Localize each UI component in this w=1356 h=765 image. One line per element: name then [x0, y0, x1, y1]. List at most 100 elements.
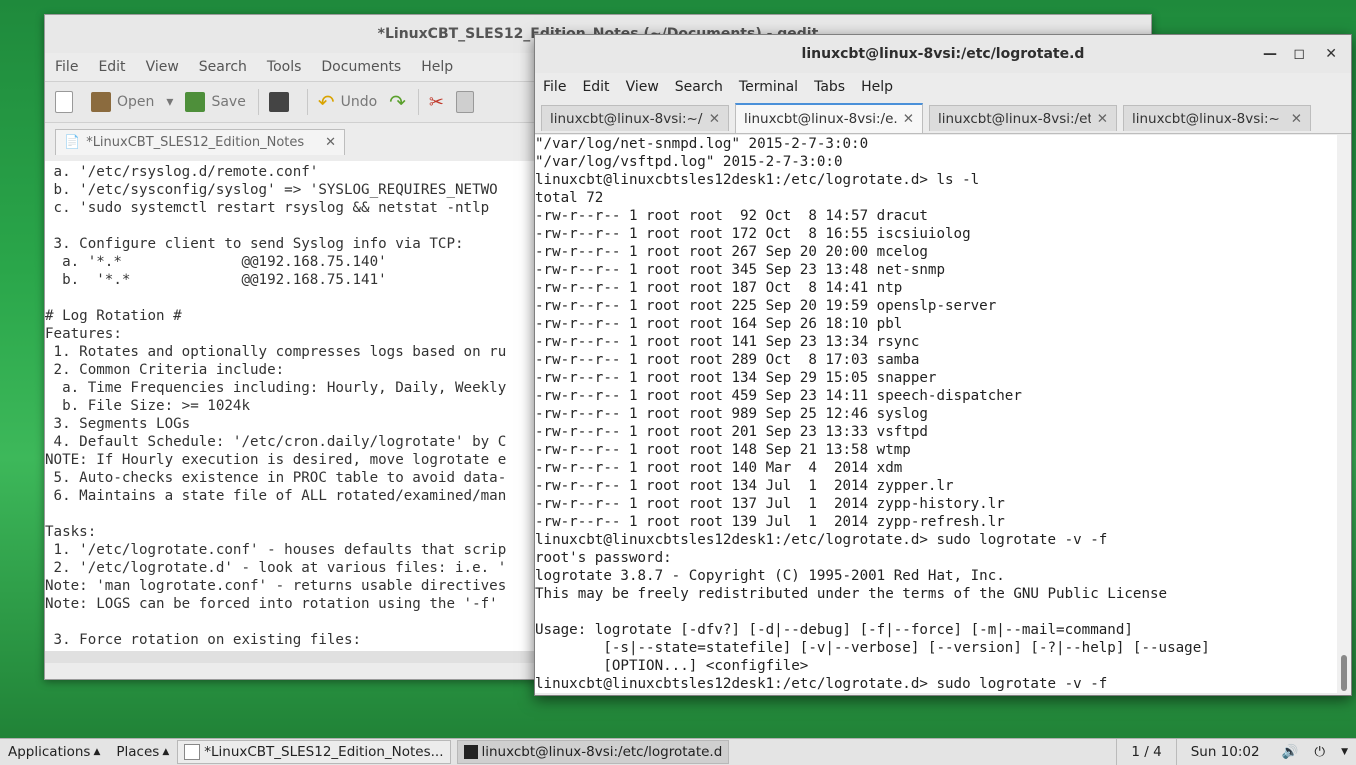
- document-tab-label: *LinuxCBT_SLES12_Edition_Notes: [86, 135, 305, 150]
- workspace-switcher[interactable]: 1 / 4: [1116, 739, 1177, 765]
- open-button[interactable]: Open ▾: [91, 92, 173, 112]
- terminal-window[interactable]: linuxcbt@linux-8vsi:/etc/logrotate.d — ◻…: [534, 34, 1352, 696]
- terminal-line: root's password:: [535, 550, 672, 566]
- places-menu[interactable]: Places ▲: [108, 739, 177, 765]
- terminal-line: -rw-r--r-- 1 root root 989 Sep 25 12:46 …: [535, 406, 928, 422]
- editor-line: 1. Rotates and optionally compresses log…: [45, 344, 507, 360]
- terminal-tab-label: linuxcbt@linux-8vsi:/e...: [744, 111, 897, 127]
- terminal-menu-terminal[interactable]: Terminal: [739, 79, 798, 95]
- close-icon[interactable]: ✕: [709, 111, 720, 127]
- terminal-line: -rw-r--r-- 1 root root 134 Sep 29 15:05 …: [535, 370, 937, 386]
- terminal-line: total 72: [535, 190, 604, 206]
- workspace-label: 1 / 4: [1131, 744, 1162, 760]
- terminal-line: -rw-r--r-- 1 root root 141 Sep 23 13:34 …: [535, 334, 920, 350]
- editor-line: NOTE: If Hourly execution is desired, mo…: [45, 452, 507, 468]
- undo-icon: ↶: [317, 90, 335, 114]
- editor-line: 2. Common Criteria include:: [45, 362, 285, 378]
- document-tab[interactable]: 📄 *LinuxCBT_SLES12_Edition_Notes ✕: [55, 129, 345, 155]
- save-button[interactable]: Save: [185, 92, 246, 112]
- terminal-tab-3[interactable]: linuxcbt@linux-8vsi:/etc ✕: [929, 105, 1117, 131]
- maximize-icon[interactable]: ◻: [1293, 35, 1305, 73]
- undo-button[interactable]: ↶ Undo: [318, 90, 377, 114]
- terminal-line: logrotate 3.8.7 - Copyright (C) 1995-200…: [535, 568, 1005, 584]
- editor-line: c. 'sudo systemctl restart rsyslog && ne…: [45, 200, 490, 216]
- gedit-menu-file[interactable]: File: [55, 59, 78, 75]
- terminal-menu-edit[interactable]: Edit: [582, 79, 609, 95]
- gedit-menu-view[interactable]: View: [146, 59, 179, 75]
- terminal-tab-2[interactable]: linuxcbt@linux-8vsi:/e... ✕: [735, 103, 923, 133]
- chevron-down-icon[interactable]: ▼: [1333, 739, 1356, 765]
- terminal-titlebar: linuxcbt@linux-8vsi:/etc/logrotate.d — ◻…: [535, 35, 1351, 73]
- close-icon[interactable]: ✕: [325, 135, 336, 150]
- scrollbar-thumb[interactable]: [1341, 655, 1347, 691]
- terminal-tab-1[interactable]: linuxcbt@linux-8vsi:~/... ✕: [541, 105, 729, 131]
- print-button[interactable]: [268, 92, 295, 112]
- terminal-line: "/var/log/net-snmpd.log" 2015-2-7-3:0:0: [535, 136, 869, 152]
- close-icon[interactable]: ✕: [1325, 35, 1337, 73]
- power-icon[interactable]: ⏻: [1306, 739, 1333, 765]
- close-icon[interactable]: ✕: [1097, 111, 1108, 127]
- terminal-line: -rw-r--r-- 1 root root 134 Jul 1 2014 zy…: [535, 478, 954, 494]
- terminal-menu-file[interactable]: File: [543, 79, 566, 95]
- taskbar-terminal[interactable]: linuxcbt@linux-8vsi:/etc/logrotate.d: [456, 740, 730, 764]
- places-label: Places: [116, 744, 160, 760]
- volume-icon[interactable]: 🔊: [1274, 739, 1307, 765]
- redo-button[interactable]: ↷: [389, 90, 406, 114]
- terminal-line: -rw-r--r-- 1 root root 187 Oct 8 14:41 n…: [535, 280, 903, 296]
- taskbar-terminal-label: linuxcbt@linux-8vsi:/etc/logrotate.d: [481, 744, 723, 760]
- cut-button[interactable]: ✂: [429, 92, 444, 113]
- new-button[interactable]: [55, 91, 79, 113]
- close-icon[interactable]: ✕: [1291, 111, 1302, 127]
- terminal-menu-tabs[interactable]: Tabs: [814, 79, 845, 95]
- terminal-line: -rw-r--r-- 1 root root 201 Sep 23 13:33 …: [535, 424, 928, 440]
- gedit-menu-edit[interactable]: Edit: [98, 59, 125, 75]
- scissors-icon: ✂: [428, 91, 445, 113]
- terminal-line: [-s|--state=statefile] [-v|--verbose] [-…: [535, 640, 1210, 656]
- close-icon[interactable]: ✕: [903, 111, 914, 127]
- editor-line: a. '*.* @@192.168.75.140': [45, 254, 387, 270]
- editor-line: 3. Force rotation on existing files:: [45, 632, 362, 648]
- terminal-menu-view[interactable]: View: [626, 79, 659, 95]
- toolbar-separator: [417, 89, 419, 115]
- gedit-menu-tools[interactable]: Tools: [267, 59, 302, 75]
- gedit-menu-documents[interactable]: Documents: [321, 59, 401, 75]
- horizontal-scrollbar[interactable]: [45, 651, 535, 663]
- editor-line: 3. Configure client to send Syslog info …: [45, 236, 464, 252]
- save-label: Save: [211, 94, 246, 110]
- terminal-line: linuxcbt@linuxcbtsles12desk1:/etc/logrot…: [535, 532, 1108, 548]
- applications-menu[interactable]: Applications ▲: [0, 739, 108, 765]
- terminal-line: "/var/log/vsftpd.log" 2015-2-7-3:0:0: [535, 154, 843, 170]
- toolbar-separator: [257, 89, 259, 115]
- taskbar-gedit[interactable]: *LinuxCBT_SLES12_Edition_Notes...: [177, 740, 451, 764]
- editor-line: b. '*.* @@192.168.75.141': [45, 272, 387, 288]
- text-editor-area[interactable]: a. '/etc/rsyslog.d/remote.conf' b. '/etc…: [45, 161, 535, 653]
- editor-line: Features:: [45, 326, 122, 342]
- save-icon: [185, 92, 206, 112]
- clock[interactable]: Sun 10:02: [1177, 739, 1274, 765]
- editor-line: 1. '/etc/logrotate.conf' - houses defaul…: [45, 542, 507, 558]
- terminal-menu-help[interactable]: Help: [861, 79, 893, 95]
- terminal-icon: [463, 745, 478, 759]
- terminal-line: -rw-r--r-- 1 root root 137 Jul 1 2014 zy…: [535, 496, 1005, 512]
- terminal-line: -rw-r--r-- 1 root root 289 Oct 8 17:03 s…: [535, 352, 920, 368]
- terminal-menu-search[interactable]: Search: [675, 79, 723, 95]
- minimize-icon[interactable]: —: [1263, 35, 1277, 73]
- gedit-menu-search[interactable]: Search: [199, 59, 247, 75]
- terminal-line: linuxcbt@linuxcbtsles12desk1:/etc/logrot…: [535, 172, 980, 188]
- chevron-down-icon[interactable]: ▾: [166, 94, 173, 110]
- editor-line: 5. Auto-checks existence in PROC table t…: [45, 470, 507, 486]
- terminal-tab-4[interactable]: linuxcbt@linux-8vsi:~ ✕: [1123, 105, 1311, 131]
- new-document-icon: [55, 91, 73, 113]
- document-icon: 📄: [64, 135, 81, 150]
- terminal-line: -rw-r--r-- 1 root root 345 Sep 23 13:48 …: [535, 262, 945, 278]
- terminal-line: -rw-r--r-- 1 root root 164 Sep 26 18:10 …: [535, 316, 903, 332]
- terminal-line: -rw-r--r-- 1 root root 267 Sep 20 20:00 …: [535, 244, 928, 260]
- vertical-scrollbar[interactable]: [1337, 135, 1351, 693]
- copy-button[interactable]: [456, 91, 480, 113]
- gedit-menu-help[interactable]: Help: [421, 59, 453, 75]
- terminal-output[interactable]: "/var/log/net-snmpd.log" 2015-2-7-3:0:0 "…: [535, 135, 1337, 693]
